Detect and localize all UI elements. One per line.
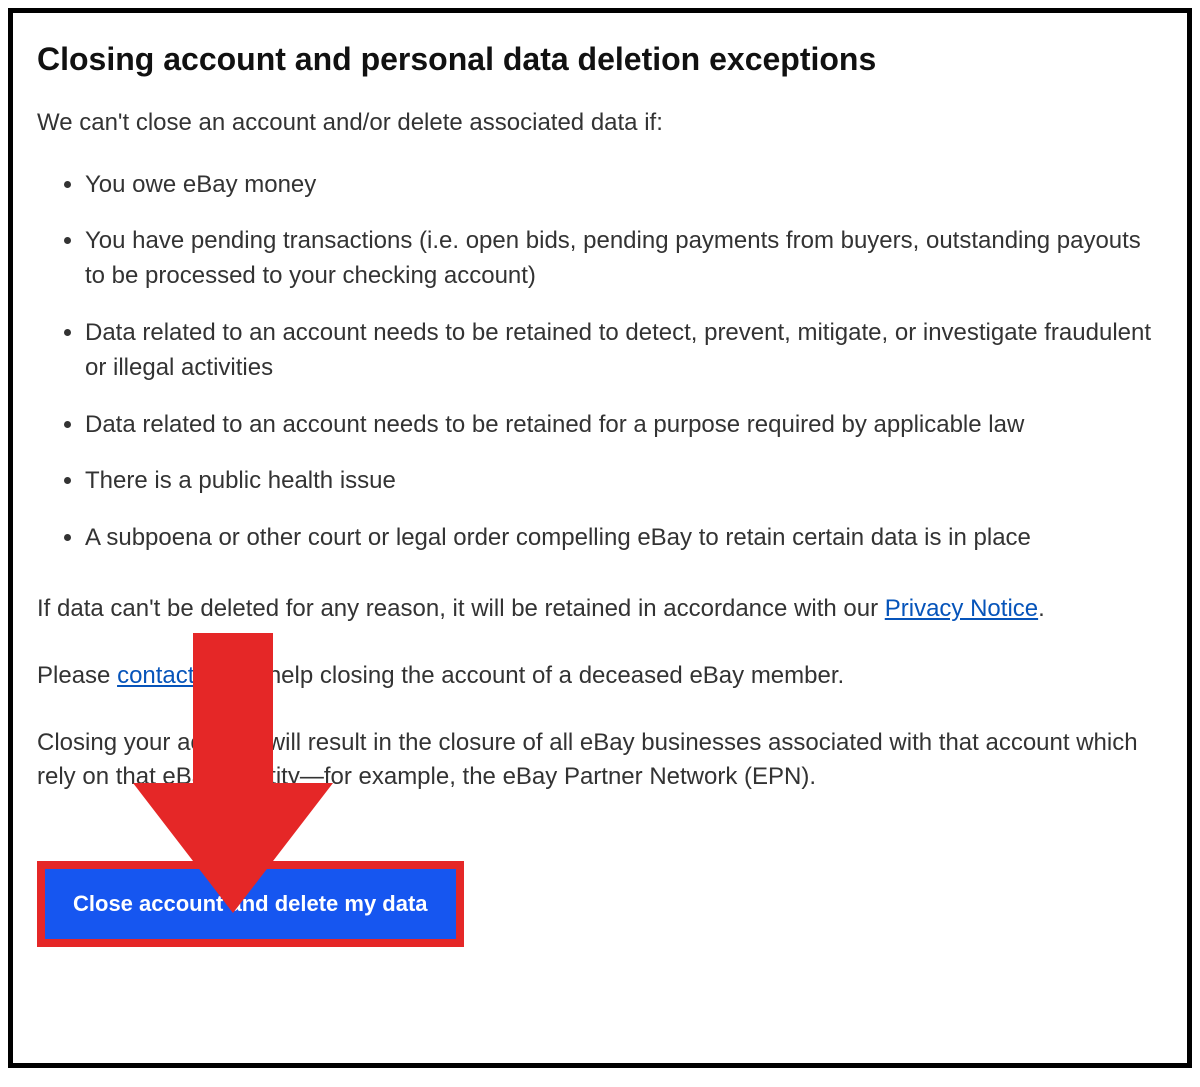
close-account-button[interactable]: Close account and delete my data [45, 869, 456, 939]
list-item: Data related to an account needs to be r… [85, 408, 1163, 443]
privacy-text-after: . [1038, 595, 1045, 622]
closure-paragraph: Closing your account will result in the … [37, 726, 1163, 796]
content-frame: Closing account and personal data deleti… [8, 8, 1192, 1068]
contact-us-link[interactable]: contact us [117, 662, 226, 689]
privacy-text-before: If data can't be deleted for any reason,… [37, 595, 885, 622]
intro-text: We can't close an account and/or delete … [37, 106, 1163, 140]
exceptions-list: You owe eBay money You have pending tran… [37, 168, 1163, 556]
page-heading: Closing account and personal data deleti… [37, 41, 1163, 78]
contact-paragraph: Please contact us for help closing the a… [37, 659, 1163, 694]
list-item: You owe eBay money [85, 168, 1163, 203]
list-item: You have pending transactions (i.e. open… [85, 224, 1163, 294]
privacy-notice-link[interactable]: Privacy Notice [885, 595, 1038, 622]
list-item: A subpoena or other court or legal order… [85, 521, 1163, 556]
list-item: Data related to an account needs to be r… [85, 316, 1163, 386]
list-item: There is a public health issue [85, 464, 1163, 499]
contact-text-after: for help closing the account of a deceas… [226, 662, 844, 689]
privacy-paragraph: If data can't be deleted for any reason,… [37, 592, 1163, 627]
button-highlight: Close account and delete my data [37, 861, 464, 947]
contact-text-before: Please [37, 662, 117, 689]
